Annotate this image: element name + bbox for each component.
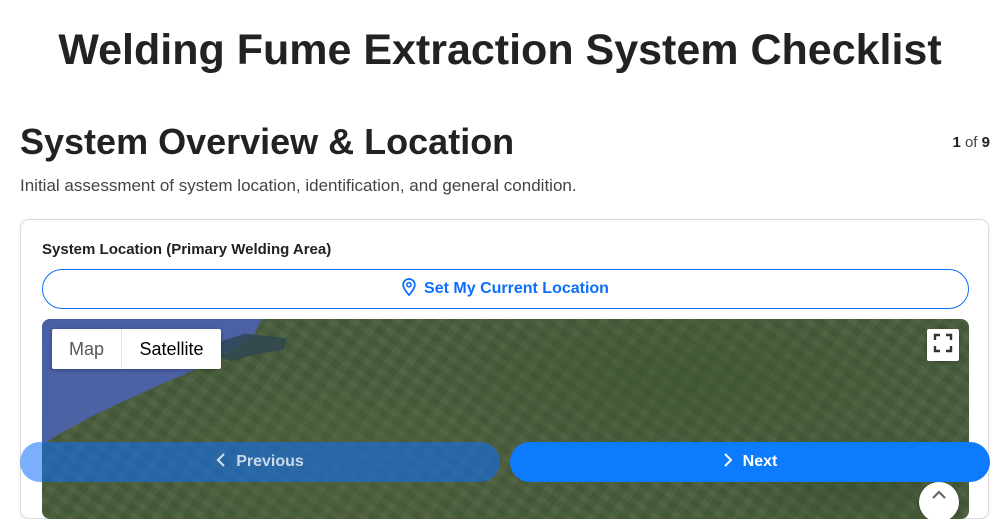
- step-total: 9: [981, 134, 990, 151]
- page-title: Welding Fume Extraction System Checklist: [58, 26, 942, 74]
- location-field-label: System Location (Primary Welding Area): [42, 241, 332, 258]
- step-counter: 1 of 9: [952, 134, 990, 151]
- map-fullscreen-button[interactable]: [927, 329, 959, 361]
- next-button-label: Next: [742, 453, 778, 470]
- chevron-left-icon: [216, 452, 226, 473]
- map-type-map-option[interactable]: Map: [52, 329, 122, 369]
- step-current: 1: [952, 134, 961, 151]
- chevron-right-icon: [723, 452, 733, 473]
- map-type-control: Map Satellite: [52, 329, 221, 369]
- satellite-map[interactable]: Map Satellite: [42, 319, 969, 519]
- set-current-location-label: Set My Current Location: [424, 280, 609, 297]
- section-description: Initial assessment of system location, i…: [20, 176, 577, 195]
- previous-button-label: Previous: [236, 453, 304, 470]
- fullscreen-icon: [933, 333, 953, 358]
- section-title: System Overview & Location: [20, 121, 515, 162]
- map-type-satellite-option[interactable]: Satellite: [122, 329, 221, 369]
- map-camera-control[interactable]: [919, 482, 959, 519]
- set-current-location-button[interactable]: Set My Current Location: [42, 269, 969, 309]
- previous-button[interactable]: Previous: [20, 442, 500, 482]
- step-of: of: [964, 134, 978, 151]
- camera-control-icon: [929, 488, 949, 507]
- map-pin-icon: [402, 277, 416, 301]
- next-button[interactable]: Next: [510, 442, 990, 482]
